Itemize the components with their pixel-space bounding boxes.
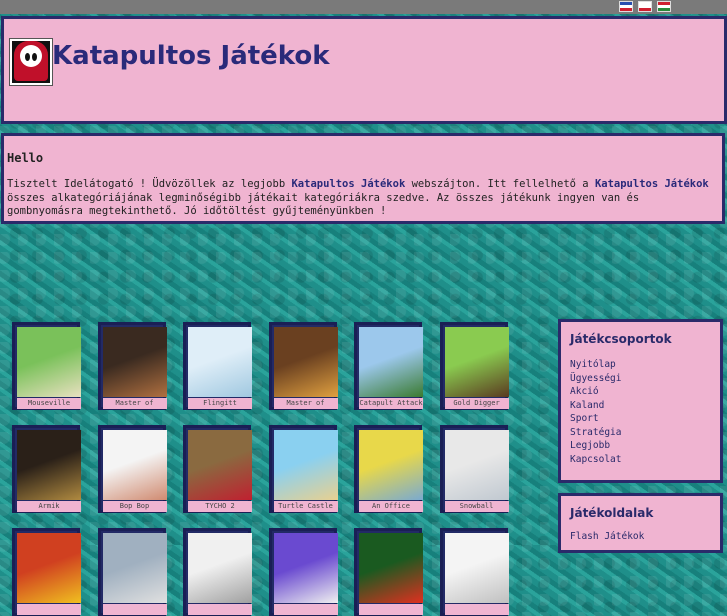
game-tile[interactable]: Master of: [97, 322, 167, 410]
sidebar-pages: Játékoldalak Flash Játékok: [558, 493, 723, 553]
game-thumbnail[interactable]: [17, 533, 81, 603]
game-tile[interactable]: An Office: [354, 425, 423, 513]
game-tile[interactable]: Turtle Castle: [268, 425, 338, 513]
site-header: Katapultos Játékok: [1, 16, 727, 124]
game-caption[interactable]: [17, 604, 81, 615]
top-bar: [0, 0, 727, 14]
sidebar-item[interactable]: Stratégia: [570, 426, 720, 440]
game-thumbnail[interactable]: [273, 430, 338, 500]
game-caption[interactable]: Armik: [17, 501, 81, 512]
game-tile[interactable]: Armik: [12, 425, 81, 513]
game-tile[interactable]: Mouseville: [12, 322, 81, 410]
game-tile[interactable]: [268, 528, 338, 616]
game-thumbnail[interactable]: [102, 533, 167, 603]
game-caption[interactable]: [188, 604, 252, 615]
welcome-heading: Hello: [7, 151, 44, 165]
game-caption[interactable]: [359, 604, 423, 615]
game-caption[interactable]: An Office: [359, 501, 423, 512]
site-title[interactable]: Katapultos Játékok: [52, 41, 330, 71]
game-thumbnail[interactable]: [444, 327, 509, 397]
brand-link[interactable]: Katapultos Játékok: [595, 178, 709, 190]
game-thumbnail[interactable]: [102, 327, 167, 397]
game-thumbnail[interactable]: [359, 327, 423, 397]
game-tile[interactable]: TYCHO 2: [183, 425, 252, 513]
sidebar-item[interactable]: Sport: [570, 412, 720, 426]
game-thumbnail[interactable]: [273, 327, 338, 397]
game-caption[interactable]: Catapult Attack: [359, 398, 423, 409]
sidebar-item[interactable]: Kapcsolat: [570, 453, 720, 467]
sidebar-item[interactable]: Kaland: [570, 399, 720, 413]
game-thumbnail[interactable]: [359, 430, 423, 500]
sidebar-item[interactable]: Flash Játékok: [570, 530, 720, 544]
sidebar-item[interactable]: Akció: [570, 385, 720, 399]
game-caption[interactable]: Turtle Castle: [273, 501, 338, 512]
game-tile[interactable]: Gold Digger: [439, 322, 509, 410]
game-caption[interactable]: Snowball: [444, 501, 509, 512]
game-tile[interactable]: Catapult Attack: [354, 322, 423, 410]
game-caption[interactable]: Gold Digger: [444, 398, 509, 409]
game-tile[interactable]: [439, 528, 509, 616]
game-tile[interactable]: Flingitt: [183, 322, 252, 410]
sidebar-groups-title: Játékcsoportok: [570, 332, 672, 346]
french-flag[interactable]: [619, 1, 633, 12]
game-caption[interactable]: [102, 604, 167, 615]
language-flags: [619, 1, 671, 12]
game-thumbnail[interactable]: [17, 327, 81, 397]
game-thumbnail[interactable]: [444, 430, 509, 500]
game-caption[interactable]: [444, 604, 509, 615]
sidebar-item[interactable]: Nyitólap: [570, 358, 720, 372]
game-caption[interactable]: Bop Bop: [102, 501, 167, 512]
sidebar-groups: Játékcsoportok Nyitólap Ügyességi Akció Kal…: [558, 319, 723, 483]
game-thumbnail[interactable]: [444, 533, 509, 603]
game-caption[interactable]: TYCHO 2: [188, 501, 252, 512]
game-tile[interactable]: [97, 528, 167, 616]
game-caption[interactable]: [273, 604, 338, 615]
game-tile[interactable]: [183, 528, 252, 616]
shyguy-logo-icon[interactable]: [10, 39, 52, 85]
game-thumbnail[interactable]: [188, 430, 252, 500]
hungarian-flag[interactable]: [657, 1, 671, 12]
game-thumbnail[interactable]: [359, 533, 423, 603]
brand-link[interactable]: Katapultos Játékok: [291, 178, 405, 190]
sidebar-item[interactable]: Legjobb: [570, 439, 720, 453]
game-caption[interactable]: Flingitt: [188, 398, 252, 409]
game-thumbnail[interactable]: [102, 430, 167, 500]
game-thumbnail[interactable]: [188, 327, 252, 397]
sidebar-item[interactable]: Ügyességi: [570, 372, 720, 386]
game-thumbnail[interactable]: [17, 430, 81, 500]
game-caption[interactable]: Mouseville: [17, 398, 81, 409]
game-thumbnail[interactable]: [273, 533, 338, 603]
game-tile[interactable]: [12, 528, 81, 616]
game-tile[interactable]: [354, 528, 423, 616]
sidebar-pages-title: Játékoldalak: [570, 506, 654, 520]
game-thumbnail[interactable]: [188, 533, 252, 603]
game-caption[interactable]: Master of: [273, 398, 338, 409]
game-tile[interactable]: Bop Bop: [97, 425, 167, 513]
game-tile[interactable]: Snowball: [439, 425, 509, 513]
game-caption[interactable]: Master of: [102, 398, 167, 409]
welcome-box: Hello Tisztelt Idelátogató ! Üdvözöllek …: [1, 133, 725, 224]
game-tile[interactable]: Master of: [268, 322, 338, 410]
welcome-text: Tisztelt Idelátogató ! Üdvözöllek az leg…: [7, 178, 709, 217]
polish-flag[interactable]: [638, 1, 652, 12]
